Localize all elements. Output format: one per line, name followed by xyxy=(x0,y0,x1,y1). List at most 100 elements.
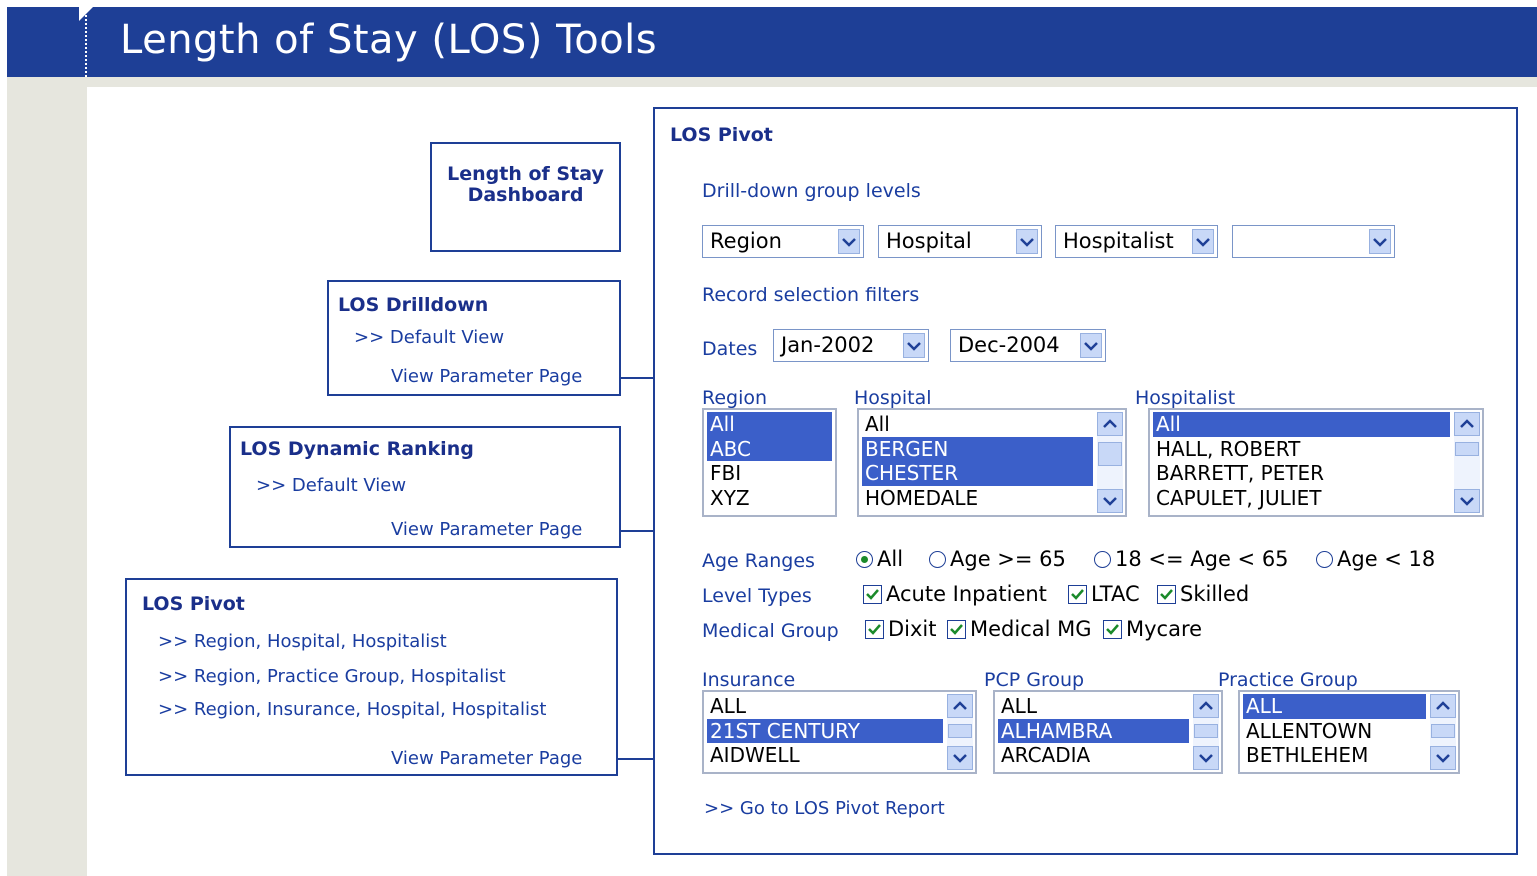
level-option-label: Skilled xyxy=(1180,582,1250,606)
age-option-18to65[interactable]: 18 <= Age < 65 xyxy=(1094,547,1289,571)
age-option-label: All xyxy=(877,547,904,571)
connector-line xyxy=(621,377,654,379)
chevron-up-icon[interactable] xyxy=(1193,694,1219,718)
medical-option-medicalmg[interactable]: Medical MG xyxy=(947,617,1092,641)
drilldown-param-link[interactable]: View Parameter Page xyxy=(391,366,582,387)
list-item[interactable]: CAPULET, JULIET xyxy=(1153,486,1450,511)
list-item[interactable]: AIDWELL xyxy=(707,743,943,768)
list-item[interactable]: BETHLEHEM xyxy=(1243,743,1426,768)
chevron-down-icon xyxy=(838,229,860,254)
go-to-pivot-report-link[interactable]: >> Go to LOS Pivot Report xyxy=(704,798,945,819)
chevron-down-icon[interactable] xyxy=(1193,746,1219,770)
practice-group-listbox[interactable]: ALL ALLENTOWN BETHLEHEM xyxy=(1238,690,1460,774)
list-item[interactable]: XYZ xyxy=(707,486,832,511)
hospital-listbox[interactable]: All BERGEN CHESTER HOMEDALE xyxy=(857,408,1127,517)
list-item[interactable]: All xyxy=(707,412,832,437)
list-item[interactable]: ALL xyxy=(998,694,1189,719)
age-option-label: Age >= 65 xyxy=(950,547,1066,571)
drilldown-default-view-link[interactable]: >> Default View xyxy=(354,327,504,348)
checkbox-checked-icon[interactable] xyxy=(863,584,882,604)
chevron-up-icon[interactable] xyxy=(947,694,973,718)
scrollbar[interactable] xyxy=(1193,694,1219,770)
radio-icon[interactable] xyxy=(929,550,946,568)
chevron-up-icon[interactable] xyxy=(1454,412,1480,436)
page-title: Length of Stay (LOS) Tools xyxy=(120,17,658,63)
radio-icon[interactable] xyxy=(1094,550,1111,568)
drill-level-4-select[interactable] xyxy=(1232,225,1395,258)
pivot-link-region-insurance[interactable]: >> Region, Insurance, Hospital, Hospital… xyxy=(158,699,546,720)
ranking-default-view-link[interactable]: >> Default View xyxy=(256,475,406,496)
list-item[interactable]: All xyxy=(862,412,1093,437)
radio-icon[interactable] xyxy=(1316,550,1333,568)
chevron-down-icon[interactable] xyxy=(1454,489,1480,513)
list-item[interactable]: ALL xyxy=(1243,694,1426,719)
list-item[interactable]: BARRETT, PETER xyxy=(1153,461,1450,486)
age-option-under18[interactable]: Age < 18 xyxy=(1316,547,1435,571)
scrollbar[interactable] xyxy=(947,694,973,770)
pivot-link-region-hospital[interactable]: >> Region, Hospital, Hospitalist xyxy=(158,631,447,652)
list-item[interactable]: 21ST CENTURY xyxy=(707,718,943,743)
checkbox-checked-icon[interactable] xyxy=(1157,584,1176,604)
scrollbar[interactable] xyxy=(1454,412,1480,513)
chevron-down-icon[interactable] xyxy=(947,746,973,770)
list-item[interactable]: ALL xyxy=(707,694,943,719)
medical-option-mycare[interactable]: Mycare xyxy=(1103,617,1202,641)
dashboard-box[interactable]: Length of Stay Dashboard xyxy=(430,142,621,252)
checkbox-checked-icon[interactable] xyxy=(947,619,966,639)
list-item[interactable]: FBI xyxy=(707,461,832,486)
drill-levels-label: Drill-down group levels xyxy=(702,180,921,202)
level-option-ltac[interactable]: LTAC xyxy=(1068,582,1140,606)
list-item[interactable]: CHESTER xyxy=(862,461,1093,486)
list-item[interactable]: HOMEDALE xyxy=(862,486,1093,511)
pivot-link-region-practice[interactable]: >> Region, Practice Group, Hospitalist xyxy=(158,666,506,687)
medical-option-dixit[interactable]: Dixit xyxy=(865,617,937,641)
age-option-label: Age < 18 xyxy=(1337,547,1436,571)
pivot-box: LOS Pivot >> Region, Hospital, Hospitali… xyxy=(125,578,618,776)
drill-level-3-select[interactable]: Hospitalist xyxy=(1055,225,1218,258)
region-listbox[interactable]: All ABC FBI XYZ xyxy=(702,408,837,517)
age-option-all[interactable]: All xyxy=(856,547,903,571)
age-option-label: 18 <= Age < 65 xyxy=(1115,547,1289,571)
chevron-up-icon[interactable] xyxy=(1430,694,1456,718)
scrollbar[interactable] xyxy=(1430,694,1456,770)
scroll-thumb[interactable] xyxy=(1431,724,1455,738)
ranking-param-link[interactable]: View Parameter Page xyxy=(391,519,582,540)
scroll-thumb[interactable] xyxy=(948,724,972,738)
scroll-thumb[interactable] xyxy=(1455,442,1479,456)
hospitalist-label: Hospitalist xyxy=(1135,387,1236,409)
radio-selected-icon[interactable] xyxy=(856,550,873,568)
checkbox-checked-icon[interactable] xyxy=(1068,584,1087,604)
list-item[interactable]: ALLENTOWN xyxy=(1243,719,1426,744)
sidebar-corner xyxy=(87,87,97,97)
pivot-param-link[interactable]: View Parameter Page xyxy=(391,748,582,769)
drill-level-2-select[interactable]: Hospital xyxy=(878,225,1042,258)
list-item[interactable]: HALL, ROBERT xyxy=(1153,437,1450,462)
list-item[interactable]: BERGEN xyxy=(862,436,1093,461)
scroll-thumb[interactable] xyxy=(1194,724,1218,738)
age-option-65plus[interactable]: Age >= 65 xyxy=(929,547,1066,571)
list-item[interactable]: All xyxy=(1153,412,1450,437)
dashboard-title-line1: Length of Stay xyxy=(447,163,604,185)
pcp-group-listbox[interactable]: ALL ALHAMBRA ARCADIA xyxy=(993,690,1223,774)
dashboard-link[interactable]: Length of Stay Dashboard xyxy=(432,164,619,206)
date-to-select[interactable]: Dec-2004 xyxy=(950,329,1106,362)
insurance-listbox[interactable]: ALL 21ST CENTURY AIDWELL xyxy=(702,690,977,774)
checkbox-checked-icon[interactable] xyxy=(1103,619,1122,639)
checkbox-checked-icon[interactable] xyxy=(865,619,884,639)
level-option-skilled[interactable]: Skilled xyxy=(1157,582,1249,606)
list-item[interactable]: ALHAMBRA xyxy=(998,718,1189,743)
chevron-up-icon[interactable] xyxy=(1097,412,1123,436)
chevron-down-icon[interactable] xyxy=(1097,489,1123,513)
chevron-down-icon xyxy=(903,333,925,358)
scrollbar[interactable] xyxy=(1097,412,1123,513)
hospitalist-listbox[interactable]: All HALL, ROBERT BARRETT, PETER CAPULET,… xyxy=(1148,408,1484,517)
drill-level-1-value: Region xyxy=(710,229,782,253)
drill-level-1-select[interactable]: Region xyxy=(702,225,864,258)
drill-level-3-value: Hospitalist xyxy=(1063,229,1174,253)
date-from-select[interactable]: Jan-2002 xyxy=(773,329,929,362)
level-option-acute[interactable]: Acute Inpatient xyxy=(863,582,1047,606)
scroll-thumb[interactable] xyxy=(1098,442,1122,466)
chevron-down-icon[interactable] xyxy=(1430,746,1456,770)
list-item[interactable]: ARCADIA xyxy=(998,743,1189,768)
list-item[interactable]: ABC xyxy=(707,436,832,461)
